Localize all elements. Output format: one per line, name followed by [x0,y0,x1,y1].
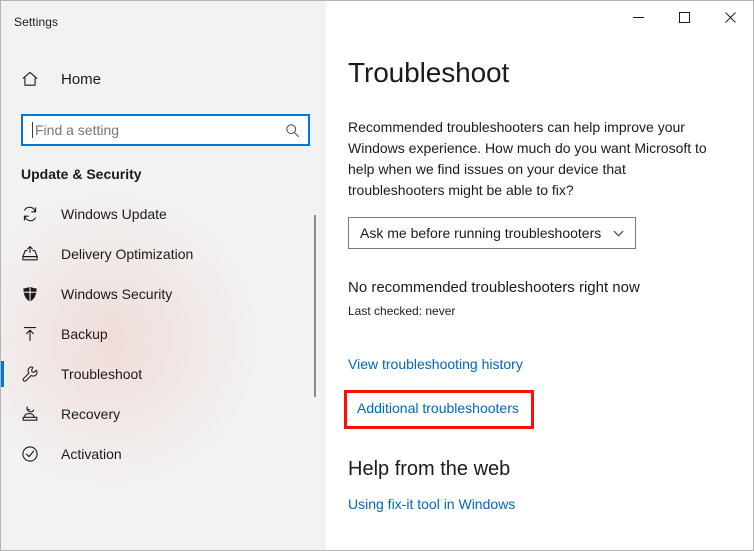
intro-text: Recommended troubleshooters can help imp… [348,119,707,198]
recommended-status-text: No recommended troubleshooters right now [348,279,640,296]
page-title: Troubleshoot [348,57,510,88]
close-button[interactable] [707,1,753,33]
sidebar-item-home[interactable]: Home [1,59,326,99]
recovery-icon [20,404,40,424]
minimize-icon [632,16,644,18]
sidebar-item-home-label: Home [61,70,102,88]
sidebar-item-label: Recovery [61,406,121,422]
sidebar-item-windows-security[interactable]: Windows Security [1,274,326,314]
view-troubleshooting-history-link[interactable]: View troubleshooting history [348,356,523,372]
sidebar-nav-list: Windows Update Delivery Optimization Win… [1,194,326,474]
wrench-icon [20,364,40,384]
troubleshooter-preference-dropdown[interactable]: Ask me before running troubleshooters [348,217,636,249]
app-title: Settings [14,14,59,29]
sidebar-item-activation[interactable]: Activation [1,434,326,474]
sidebar-item-label: Troubleshoot [61,366,143,382]
search-icon[interactable] [284,122,300,138]
window-body: Home Update & Security [1,40,753,550]
sidebar-item-label: Activation [61,446,122,462]
title-bar: Settings [1,1,753,40]
sidebar-item-recovery[interactable]: Recovery [1,394,326,434]
sidebar-scrollbar[interactable] [309,215,321,535]
dropdown-selected-value: Ask me before running troubleshooters [360,225,602,241]
search-input[interactable] [33,116,284,144]
history-link-container: View troubleshooting history [348,356,753,374]
sidebar-item-delivery-optimization[interactable]: Delivery Optimization [1,234,326,274]
sidebar-item-label: Windows Update [61,206,167,222]
search-box[interactable] [21,114,310,146]
additional-troubleshooters-link[interactable]: Additional troubleshooters [357,400,519,416]
additional-troubleshooters-highlight: Additional troubleshooters [344,390,534,429]
sidebar-item-troubleshoot[interactable]: Troubleshoot [1,354,326,394]
home-icon [20,69,40,89]
main-content: Troubleshoot Recommended troubleshooters… [326,40,753,550]
last-checked-text: Last checked: never [348,304,456,318]
shield-icon [20,284,40,304]
sidebar-scrollbar-thumb[interactable] [314,215,316,397]
close-icon [724,11,736,23]
selection-indicator [1,361,4,387]
sidebar-section-title: Update & Security [21,166,142,182]
sidebar: Home Update & Security [1,40,326,550]
backup-upload-icon [20,324,40,344]
sidebar-item-label: Backup [61,326,108,342]
sidebar-item-backup[interactable]: Backup [1,314,326,354]
settings-window: Settings Home Find a setting Update & Se… [0,0,754,551]
chevron-down-icon [611,226,625,240]
title-bar-left: Settings [1,1,326,40]
sidebar-item-windows-update[interactable]: Windows Update [1,194,326,234]
sidebar-item-label: Delivery Optimization [61,246,194,262]
delivery-icon [20,244,40,264]
minimize-button[interactable] [615,1,661,33]
maximize-icon [678,11,690,23]
using-fixit-tool-link[interactable]: Using fix-it tool in Windows [348,496,515,512]
window-controls [326,1,753,40]
sidebar-item-label: Windows Security [61,286,173,302]
maximize-button[interactable] [661,1,707,33]
check-circle-icon [20,444,40,464]
fixit-link-container: Using fix-it tool in Windows [348,496,753,514]
sync-icon [20,204,40,224]
help-from-web-heading: Help from the web [348,458,511,480]
